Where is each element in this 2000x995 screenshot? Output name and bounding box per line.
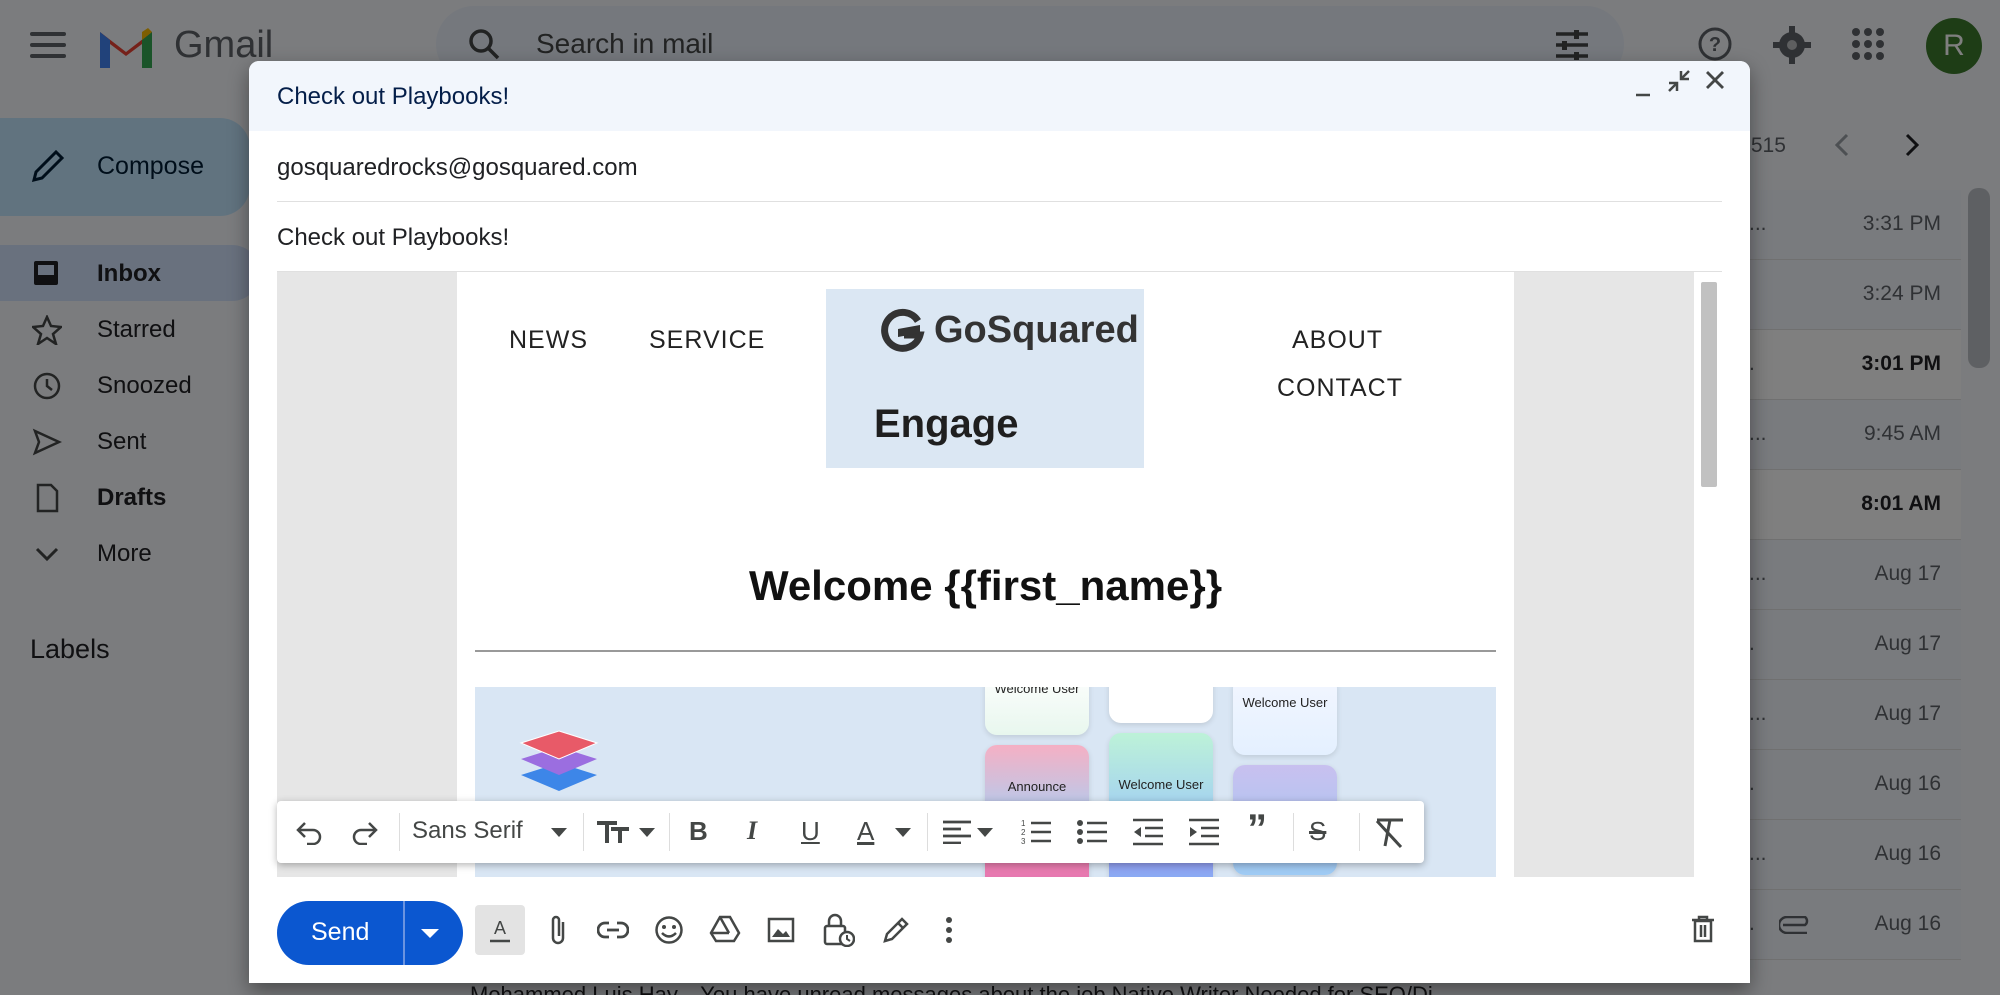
toolbar-separator	[399, 813, 400, 851]
card-label: Welcome User	[994, 687, 1080, 696]
redo-icon[interactable]	[351, 819, 379, 845]
quote-icon[interactable]: ”	[1247, 807, 1267, 852]
email-nav-service[interactable]: SERVICE	[649, 326, 765, 355]
toolbar-separator	[583, 813, 584, 851]
compose-footer: Send A	[249, 887, 1750, 983]
font-family-select[interactable]: Sans Serif	[412, 817, 523, 845]
emoji-icon[interactable]	[654, 915, 684, 945]
to-recipient[interactable]: gosquaredrocks@gosquared.com	[277, 154, 638, 182]
message-body[interactable]: NEWS SERVICE GoSquared Engage ABOUT CONT…	[277, 272, 1717, 877]
toolbar-separator	[1293, 813, 1294, 851]
divider	[475, 650, 1496, 652]
more-options-icon[interactable]	[945, 917, 953, 943]
card-label: Welcome User	[1118, 777, 1204, 792]
compose-window: Check out Playbooks! gosquaredrocks@gosq…	[249, 61, 1750, 983]
svg-text:3: 3	[1021, 837, 1026, 846]
send-button[interactable]: Send	[277, 901, 463, 965]
gosquared-wordmark: GoSquared	[934, 309, 1139, 351]
minimize-icon[interactable]	[1634, 81, 1652, 99]
undo-icon[interactable]	[295, 819, 323, 845]
toolbar-separator	[927, 813, 928, 851]
formatting-options-toggle[interactable]: A	[475, 905, 525, 955]
engage-wordmark: Engage	[874, 402, 1019, 446]
card: Welcome User	[1233, 687, 1337, 755]
welcome-heading: Welcome {{first_name}}	[748, 562, 1223, 609]
schedule-send-caret-icon[interactable]	[421, 929, 439, 939]
email-nav-about[interactable]: ABOUT	[1292, 326, 1383, 355]
close-icon[interactable]	[1704, 69, 1726, 91]
font-family-value: Sans Serif	[412, 817, 523, 844]
email-template: NEWS SERVICE GoSquared Engage ABOUT CONT…	[457, 272, 1514, 877]
bulleted-list-icon[interactable]	[1077, 818, 1107, 846]
email-nav-contact[interactable]: CONTACT	[1277, 374, 1403, 403]
indent-less-icon[interactable]	[1133, 818, 1163, 846]
indent-more-icon[interactable]	[1189, 818, 1219, 846]
toolbar-separator	[1359, 813, 1360, 851]
compose-title-bar[interactable]: Check out Playbooks!	[249, 61, 1750, 131]
svg-text:2: 2	[1021, 828, 1026, 837]
compose-title: Check out Playbooks!	[277, 83, 510, 110]
underline-icon[interactable]: U	[801, 816, 820, 847]
clear-formatting-icon[interactable]	[1373, 817, 1407, 849]
layers-logo-icon	[519, 730, 599, 791]
exit-fullscreen-icon[interactable]	[1667, 69, 1691, 93]
send-divider	[403, 901, 405, 965]
card-label: Announce	[1007, 779, 1067, 794]
card: Welcome User	[985, 687, 1089, 735]
body-scrollbar[interactable]	[1701, 282, 1717, 487]
signature-pen-icon[interactable]	[881, 915, 911, 945]
italic-icon[interactable]: I	[747, 816, 757, 846]
subject-field[interactable]: Check out Playbooks!	[277, 202, 1722, 272]
discard-trash-icon[interactable]	[1691, 915, 1715, 943]
align-left-icon[interactable]	[943, 820, 971, 844]
subject-input[interactable]: Check out Playbooks!	[277, 224, 509, 252]
text-format-icon: A	[490, 918, 510, 943]
attach-paperclip-icon[interactable]	[547, 914, 569, 948]
to-field[interactable]: gosquaredrocks@gosquared.com	[277, 132, 1722, 202]
svg-text:A: A	[494, 918, 506, 938]
numbered-list-icon[interactable]: 123	[1021, 818, 1051, 846]
gosquared-logo-block: GoSquared Engage	[826, 289, 1144, 468]
text-color-icon[interactable]: A	[857, 816, 874, 847]
strikethrough-icon[interactable]: S	[1309, 816, 1326, 847]
caret-down-icon[interactable]	[551, 828, 567, 838]
email-nav-news[interactable]: NEWS	[509, 326, 588, 355]
caret-down-icon[interactable]	[639, 828, 655, 838]
bold-icon[interactable]: B	[689, 816, 708, 847]
toolbar-separator	[669, 813, 670, 851]
card-label: Welcome User	[1242, 695, 1328, 710]
caret-down-icon[interactable]	[977, 828, 993, 838]
caret-down-icon[interactable]	[895, 828, 911, 838]
card	[1109, 687, 1213, 723]
formatting-toolbar: Sans Serif B I U A 123 ” S	[277, 801, 1424, 863]
insert-photo-icon[interactable]	[767, 917, 795, 943]
svg-text:1: 1	[1021, 819, 1026, 828]
text-size-icon[interactable]	[597, 819, 631, 845]
gosquared-logo-icon	[881, 308, 925, 352]
send-label: Send	[311, 918, 370, 946]
drive-icon[interactable]	[709, 915, 741, 943]
insert-link-icon[interactable]	[597, 920, 629, 940]
confidential-mode-icon[interactable]	[823, 913, 855, 947]
